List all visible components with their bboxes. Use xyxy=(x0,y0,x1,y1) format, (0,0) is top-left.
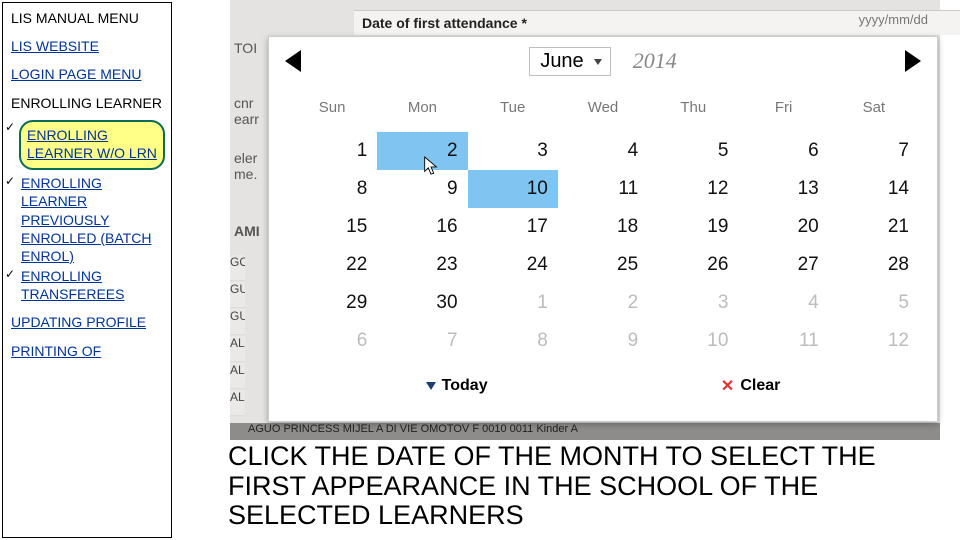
bg-row: GUI xyxy=(230,309,245,335)
calendar-day[interactable]: 7 xyxy=(829,132,919,170)
calendar-day[interactable]: 30 xyxy=(377,284,467,322)
bg-row: ALU xyxy=(230,390,245,416)
bg-row: GUI xyxy=(230,282,245,308)
calendar-days-grid: 1234567891011121314151617181920212223242… xyxy=(269,132,937,368)
calendar-dow: Tue xyxy=(468,93,558,124)
printing-link[interactable]: PRINTING OF xyxy=(11,343,101,359)
sidebar-menu: LIS MANUAL MENU LIS WEBSITE LOGIN PAGE M… xyxy=(2,2,172,538)
prev-month-arrow-icon[interactable] xyxy=(285,50,301,72)
calendar-day[interactable]: 8 xyxy=(287,170,377,208)
bg-fragment: me. xyxy=(234,166,257,182)
instruction-text: CLICK THE DATE OF THE MONTH TO SELECT TH… xyxy=(228,442,948,531)
calendar-day[interactable]: 6 xyxy=(287,322,377,360)
calendar-day[interactable]: 1 xyxy=(468,284,558,322)
calendar-dow: Mon xyxy=(377,93,467,124)
calendar-day[interactable]: 2 xyxy=(558,284,648,322)
calendar-day[interactable]: 3 xyxy=(648,284,738,322)
enrolling-previous-link[interactable]: ENROLLING LEARNER PREVIOUSLY ENROLLED (B… xyxy=(21,175,151,264)
calendar-day[interactable]: 9 xyxy=(377,170,467,208)
bg-fragment: cnr xyxy=(234,95,253,111)
next-month-arrow-icon[interactable] xyxy=(905,50,921,72)
enrolling-transferees-link[interactable]: ENROLLING TRANSFEREES xyxy=(21,268,124,302)
calendar-day[interactable]: 15 xyxy=(287,208,377,246)
calendar-day[interactable]: 11 xyxy=(558,170,648,208)
calendar-dow: Sun xyxy=(287,93,377,124)
bg-row: GON xyxy=(230,255,245,281)
calendar-day[interactable]: 25 xyxy=(558,246,648,284)
calendar-day[interactable]: 6 xyxy=(738,132,828,170)
date-picker-popup: June 2014 SunMonTueWedThuFriSat 12345678… xyxy=(268,36,938,422)
calendar-day[interactable]: 1 xyxy=(287,132,377,170)
calendar-dow: Sat xyxy=(829,93,919,124)
calendar-day[interactable]: 26 xyxy=(648,246,738,284)
enrolling-learner-heading: ENROLLING LEARNER xyxy=(11,94,163,112)
calendar-dow: Fri xyxy=(738,93,828,124)
calendar-day[interactable]: 5 xyxy=(829,284,919,322)
main-content: Date of first attendance * yyyy/mm/dd TO… xyxy=(180,0,960,540)
calendar-day[interactable]: 12 xyxy=(648,170,738,208)
calendar-day[interactable]: 23 xyxy=(377,246,467,284)
clear-x-icon: ✕ xyxy=(721,376,734,396)
calendar-day[interactable]: 16 xyxy=(377,208,467,246)
calendar-day[interactable]: 12 xyxy=(829,322,919,360)
bg-highlighted-row: AGUO PRINCESS MIJEL A DI VIE OMOTOV F 00… xyxy=(230,423,940,440)
calendar-day[interactable]: 4 xyxy=(558,132,648,170)
enrolling-options-list: ENROLLING LEARNER W/O LRN ENROLLING LEAR… xyxy=(3,120,163,304)
calendar-day[interactable]: 27 xyxy=(738,246,828,284)
calendar-day[interactable]: 8 xyxy=(468,322,558,360)
calendar-day[interactable]: 3 xyxy=(468,132,558,170)
calendar-day[interactable]: 11 xyxy=(738,322,828,360)
calendar-day[interactable]: 22 xyxy=(287,246,377,284)
calendar-dow: Thu xyxy=(648,93,738,124)
today-label: Today xyxy=(442,377,488,395)
calendar-day[interactable]: 5 xyxy=(648,132,738,170)
calendar-dow: Wed xyxy=(558,93,648,124)
calendar-day[interactable]: 28 xyxy=(829,246,919,284)
calendar-day[interactable]: 2 xyxy=(377,132,467,170)
calendar-day[interactable]: 9 xyxy=(558,322,648,360)
calendar-day[interactable]: 21 xyxy=(829,208,919,246)
calendar-day[interactable]: 24 xyxy=(468,246,558,284)
calendar-day[interactable]: 7 xyxy=(377,322,467,360)
calendar-day[interactable]: 20 xyxy=(738,208,828,246)
enrolling-wo-lrn-link[interactable]: ENROLLING LEARNER W/O LRN xyxy=(27,127,157,161)
calendar-day[interactable]: 17 xyxy=(468,208,558,246)
calendar-day[interactable]: 14 xyxy=(829,170,919,208)
updating-profile-link[interactable]: UPDATING PROFILE xyxy=(11,314,146,330)
date-placeholder: yyyy/mm/dd xyxy=(859,12,928,27)
calendar-day[interactable]: 10 xyxy=(468,170,558,208)
today-button[interactable]: Today xyxy=(426,376,488,396)
sidebar-title: LIS MANUAL MENU xyxy=(11,9,163,27)
clear-button[interactable]: ✕ Clear xyxy=(721,376,780,396)
year-label[interactable]: 2014 xyxy=(633,48,677,74)
bg-row: ALU xyxy=(230,336,245,362)
calendar-day[interactable]: 4 xyxy=(738,284,828,322)
bg-fragment: earr xyxy=(234,111,259,127)
bg-fragment: eler xyxy=(234,150,257,166)
today-marker-icon xyxy=(426,382,436,390)
month-select[interactable]: June xyxy=(529,47,610,76)
calendar-dow-row: SunMonTueWedThuFriSat xyxy=(269,85,937,132)
calendar-day[interactable]: 18 xyxy=(558,208,648,246)
clear-label: Clear xyxy=(740,377,780,395)
calendar-day[interactable]: 19 xyxy=(648,208,738,246)
calendar-header: June 2014 xyxy=(269,37,937,85)
bg-fragment: TOI xyxy=(234,40,257,56)
calendar-day[interactable]: 29 xyxy=(287,284,377,322)
calendar-day[interactable]: 10 xyxy=(648,322,738,360)
calendar-day[interactable]: 13 xyxy=(738,170,828,208)
login-page-menu-link[interactable]: LOGIN PAGE MENU xyxy=(11,66,141,82)
calendar-footer: Today ✕ Clear xyxy=(269,368,937,406)
bg-fragment: AMI xyxy=(234,223,260,239)
bg-row: ALU xyxy=(230,363,245,389)
lis-website-link[interactable]: LIS WEBSITE xyxy=(11,38,99,54)
